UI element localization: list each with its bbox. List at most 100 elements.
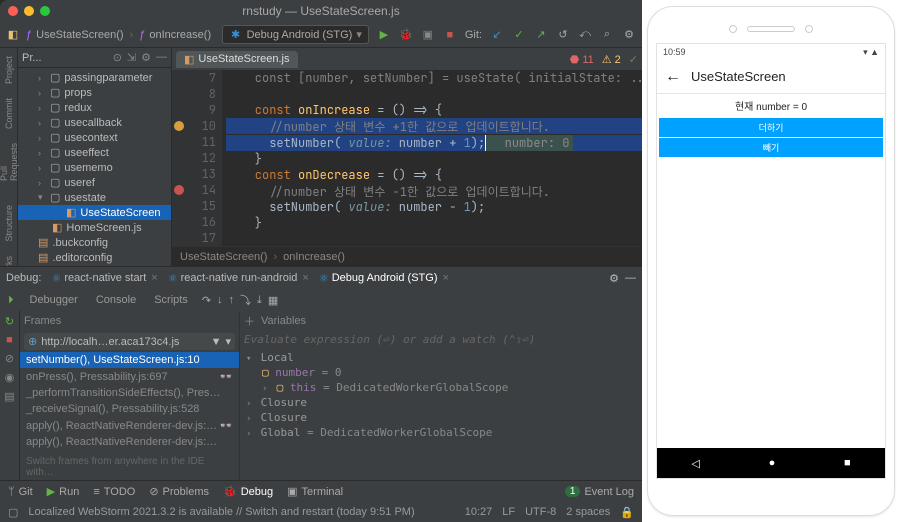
- close-icon[interactable]: [8, 6, 18, 16]
- increment-button[interactable]: 더하기: [659, 118, 883, 137]
- hide-icon[interactable]: —: [625, 272, 636, 285]
- tab-git[interactable]: ᛘGit: [8, 486, 33, 498]
- nav-home-icon[interactable]: ●: [769, 457, 776, 469]
- code-editor[interactable]: 789 101112 131415 1617 const [number, se…: [172, 70, 642, 246]
- sidebar-tab-bookmarks[interactable]: Bookmarks: [4, 254, 14, 266]
- tree-file[interactable]: ▤.buckconfig: [18, 235, 171, 250]
- nav-recent-icon[interactable]: ■: [844, 457, 851, 469]
- stop-icon[interactable]: ■: [443, 29, 457, 41]
- decrement-button[interactable]: 빼기: [659, 138, 883, 157]
- sidebar-tab-project[interactable]: Project: [4, 54, 14, 86]
- editor-tab[interactable]: ◧ UseStateScreen.js: [176, 51, 298, 68]
- tree-folder[interactable]: ›▢redux: [18, 100, 171, 115]
- tree-file[interactable]: ◧HomeScreen.js: [18, 220, 171, 235]
- run-icon[interactable]: ▶: [377, 28, 391, 41]
- minimize-icon[interactable]: [24, 6, 34, 16]
- back-arrow-icon[interactable]: ←: [665, 68, 681, 86]
- breakpoint-muted-icon[interactable]: [174, 121, 184, 131]
- pull-icon[interactable]: ↙: [490, 28, 504, 41]
- locate-icon[interactable]: ⊙: [113, 51, 122, 64]
- error-indicator[interactable]: ⬣ 11: [570, 53, 594, 66]
- warning-indicator[interactable]: ⚠ 2: [602, 53, 621, 66]
- gear-icon[interactable]: ⚙: [609, 272, 619, 285]
- breadcrumb-fn2[interactable]: onIncrease(): [149, 29, 211, 41]
- breakpoint-icon[interactable]: [174, 185, 184, 195]
- zoom-icon[interactable]: [40, 6, 50, 16]
- close-icon[interactable]: ×: [151, 272, 157, 284]
- step-into-icon[interactable]: ↓: [217, 294, 223, 306]
- status-message[interactable]: Localized WebStorm 2021.3.2 is available…: [28, 506, 414, 518]
- settings-icon[interactable]: ⚙: [622, 28, 636, 41]
- tree-folder[interactable]: ▾▢usestate: [18, 190, 171, 205]
- variables-tree[interactable]: ▾ Local ▢ number = 0 › ▢ this = Dedicate…: [240, 348, 642, 442]
- stack-frame[interactable]: apply(), ReactNativeRenderer-dev.js:…: [20, 434, 239, 450]
- tree-folder[interactable]: ›▢useref: [18, 175, 171, 190]
- debug-icon[interactable]: 🐞: [399, 28, 413, 41]
- tree-folder[interactable]: ›▢usecontext: [18, 130, 171, 145]
- push-icon[interactable]: ↗: [534, 28, 548, 41]
- tab-terminal[interactable]: ▣Terminal: [287, 485, 343, 498]
- sidebar-tab-structure[interactable]: Structure: [4, 203, 14, 244]
- add-watch-icon[interactable]: ＋: [244, 313, 255, 329]
- rerun-icon[interactable]: ↻: [5, 315, 14, 328]
- stack-frame[interactable]: _receiveSignal(), Pressability.js:528: [20, 401, 239, 417]
- resume-icon[interactable]: ⏵: [8, 294, 14, 307]
- step-out-icon[interactable]: ↑: [229, 294, 235, 306]
- expand-icon[interactable]: ⇲: [127, 51, 136, 64]
- caret-position[interactable]: 10:27: [465, 506, 493, 519]
- revert-icon[interactable]: ⤺: [578, 28, 592, 41]
- stack-frame[interactable]: _performTransitionSideEffects(), Pres…: [20, 385, 239, 401]
- run-to-cursor-icon[interactable]: ⤓: [257, 294, 262, 307]
- filter-icon[interactable]: ▼: [211, 336, 222, 348]
- mute-bp-icon[interactable]: ⊘: [5, 352, 14, 365]
- lock-icon[interactable]: 🔒: [620, 506, 634, 519]
- tab-todo[interactable]: ≡TODO: [93, 486, 135, 498]
- stack-frame[interactable]: apply(), ReactNativeRenderer-dev.js:…👓: [20, 417, 239, 434]
- gear-icon[interactable]: ⚙: [141, 51, 151, 64]
- tree-file[interactable]: ▤.editorconfig: [18, 250, 171, 265]
- sidebar-tab-commit[interactable]: Commit: [4, 96, 14, 131]
- tree-folder[interactable]: ›▢passingparameter: [18, 70, 171, 85]
- breadcrumb-item[interactable]: UseStateScreen(): [180, 251, 267, 263]
- run-tab[interactable]: ⚛react-native run-android×: [168, 272, 309, 285]
- breadcrumb-item[interactable]: onIncrease(): [283, 251, 345, 263]
- evaluate-input[interactable]: Evaluate expression (⏎) or add a watch (…: [244, 333, 638, 346]
- tab-run[interactable]: ▶Run: [47, 485, 80, 498]
- indent[interactable]: 2 spaces: [566, 506, 610, 519]
- step-icon[interactable]: ⤵: [240, 292, 251, 308]
- run-tab-active[interactable]: ⚛Debug Android (STG)×: [319, 272, 449, 285]
- tree-folder[interactable]: ›▢usememo: [18, 160, 171, 175]
- run-config-selector[interactable]: ✱ Debug Android (STG) ▾: [222, 25, 369, 44]
- step-over-icon[interactable]: ↷: [202, 294, 211, 307]
- subtab-debugger[interactable]: Debugger: [22, 292, 86, 308]
- tree-folder[interactable]: ›▢props: [18, 85, 171, 100]
- sidebar-tab-pull-requests[interactable]: Pull Requests: [0, 141, 19, 183]
- view-bp-icon[interactable]: ◉: [5, 371, 15, 384]
- search-icon[interactable]: ⌕: [600, 28, 614, 41]
- layout-icon[interactable]: ▤: [4, 390, 14, 403]
- breakpoint-gutter[interactable]: [172, 70, 186, 246]
- tab-problems[interactable]: ⊘Problems: [149, 485, 209, 498]
- tab-debug[interactable]: 🐞Debug: [223, 485, 273, 498]
- close-icon[interactable]: ×: [302, 272, 308, 284]
- inspect-pass-icon[interactable]: ✓: [629, 53, 638, 66]
- stack-frame[interactable]: setNumber(), UseStateScreen.js:10: [20, 352, 239, 368]
- run-tab[interactable]: ⚛react-native start×: [51, 272, 157, 285]
- hide-icon[interactable]: —: [156, 51, 167, 64]
- history-icon[interactable]: ↺: [556, 28, 570, 41]
- subtab-console[interactable]: Console: [88, 292, 144, 308]
- stack-frame[interactable]: onPress(), Pressability.js:697👓: [20, 368, 239, 385]
- tree-folder[interactable]: ›▢useeffect: [18, 145, 171, 160]
- nav-back-icon[interactable]: ◁: [691, 457, 699, 470]
- code-lines[interactable]: const [number, setNumber] = useState( in…: [222, 70, 642, 246]
- status-ide-icon[interactable]: ▢: [8, 506, 18, 519]
- tree-folder[interactable]: ›▢usecallback: [18, 115, 171, 130]
- breadcrumb-fn1[interactable]: UseStateScreen(): [36, 29, 123, 41]
- thread-selector[interactable]: ⊕ http://localh…er.aca173c4.js ▼ ▾: [24, 333, 235, 350]
- line-ending[interactable]: LF: [502, 506, 515, 519]
- evaluate-icon[interactable]: ▦: [268, 294, 278, 307]
- encoding[interactable]: UTF-8: [525, 506, 556, 519]
- stop-icon[interactable]: ■: [6, 334, 13, 346]
- event-log[interactable]: 1 Event Log: [565, 486, 634, 498]
- subtab-scripts[interactable]: Scripts: [146, 292, 196, 308]
